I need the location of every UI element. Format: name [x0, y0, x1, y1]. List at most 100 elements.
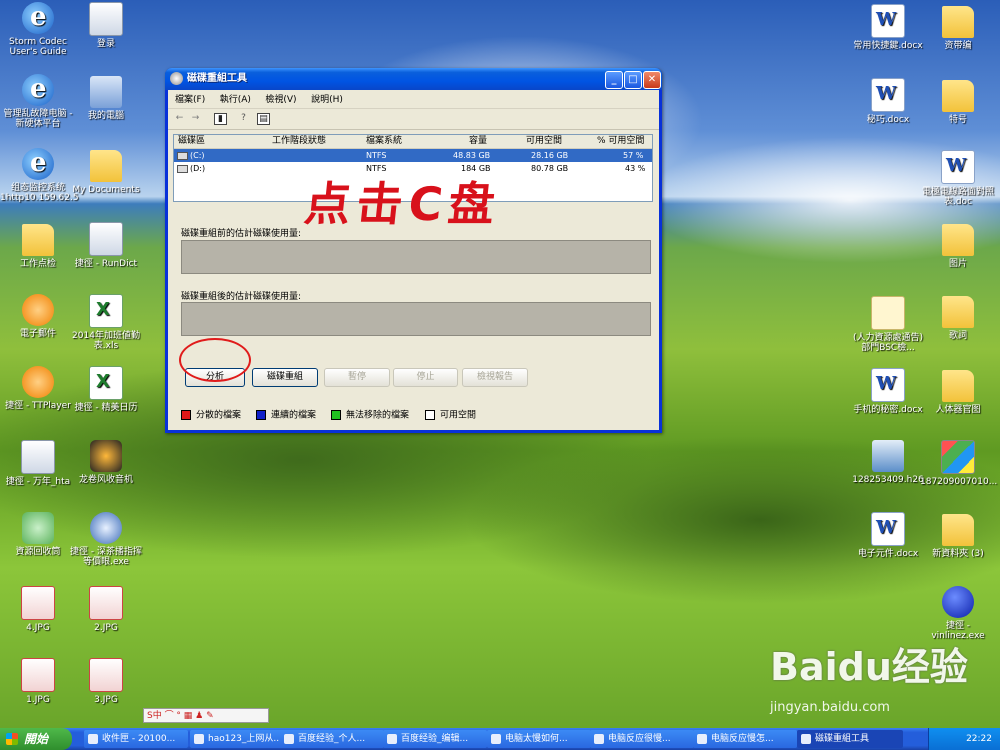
- desktop-icon[interactable]: 捷徑 - 精美日历: [68, 366, 144, 413]
- desktop-icon[interactable]: 128253409.h26: [850, 440, 926, 485]
- desktop-icon[interactable]: 手机的秘密.docx: [850, 368, 926, 415]
- minimize-button[interactable]: _: [605, 71, 623, 89]
- jpg-icon: [89, 658, 123, 692]
- desktop-icon[interactable]: 4.JPG: [0, 586, 76, 633]
- view-report-button[interactable]: 檢視報告: [462, 368, 528, 387]
- desktop-icon[interactable]: 電子郵件: [0, 294, 76, 339]
- back-icon[interactable]: ←: [174, 113, 185, 123]
- desktop-icon[interactable]: 電極電線路面對照表.doc: [920, 150, 996, 207]
- desktop-icon[interactable]: 捷徑 - 万年_hta: [0, 440, 76, 487]
- defrag-window: 磁碟重組工具 _ □ ✕ 檔案(F) 執行(A) 檢視(V) 說明(H) ← →…: [165, 68, 662, 433]
- before-usage-label: 磁碟重組前的估計磁碟使用量:: [181, 229, 302, 239]
- menu-help[interactable]: 說明(H): [311, 95, 343, 105]
- desktop-icon[interactable]: 3.JPG: [68, 658, 144, 705]
- drive-icon: [177, 151, 188, 160]
- desktop-icon[interactable]: 捷徑 - RunDict: [68, 222, 144, 269]
- close-button[interactable]: ✕: [643, 71, 661, 89]
- console-icon[interactable]: ▮: [214, 113, 227, 125]
- desktop-icon[interactable]: 捷徑 - TTPlayer: [0, 366, 76, 411]
- menu-view[interactable]: 檢視(V): [265, 95, 296, 105]
- folder-icon: [942, 224, 974, 256]
- desktop-icon[interactable]: 龙卷风收音机: [68, 440, 144, 485]
- taskbar-item-active[interactable]: 磁碟重組工具: [797, 730, 903, 748]
- taskbar-item[interactable]: 收件匣 - 20100...: [84, 730, 188, 748]
- desktop-icon[interactable]: 常用快捷鍵.docx: [850, 4, 926, 51]
- desktop-icon[interactable]: My Documents: [68, 150, 144, 195]
- desktop-icon[interactable]: 人体器官图: [920, 370, 996, 415]
- window-titlebar[interactable]: 磁碟重組工具 _ □ ✕: [165, 68, 662, 90]
- folder-icon: [22, 224, 54, 256]
- taskbar-item[interactable]: hao123_上网从...: [190, 730, 294, 748]
- column-capacity[interactable]: 容量: [469, 135, 487, 148]
- help-icon[interactable]: ?: [238, 113, 249, 123]
- ie-icon: [22, 148, 54, 180]
- column-status[interactable]: 工作階段狀態: [272, 135, 326, 148]
- taskbar-item[interactable]: 百度经验_个人...: [280, 730, 384, 748]
- clock[interactable]: 22:22: [966, 734, 992, 744]
- desktop-icon[interactable]: 捷徑 - vinlinez.exe: [920, 586, 996, 641]
- volume-row[interactable]: (C:) NTFS 48.83 GB 28.16 GB 57 %: [174, 149, 652, 162]
- flash-icon: [90, 512, 122, 544]
- column-volume[interactable]: 磁碟區: [178, 135, 205, 148]
- taskbar-item[interactable]: 电脑反应很慢...: [590, 730, 694, 748]
- desktop-icon[interactable]: 資源回收筒: [0, 512, 76, 557]
- taskbar: 開始 收件匣 - 20100... hao123_上网从... 百度经验_个人.…: [0, 728, 1000, 750]
- outlook-icon: [22, 294, 54, 326]
- video-icon: [872, 440, 904, 472]
- pause-button[interactable]: 暫停: [324, 368, 390, 387]
- toolbar: ← → ▮ ? ▤: [168, 109, 659, 130]
- column-free[interactable]: 可用空間: [526, 135, 562, 148]
- desktop-icon[interactable]: 歌詞: [920, 296, 996, 341]
- start-button[interactable]: 開始: [0, 728, 72, 750]
- legend-swatch: [331, 410, 341, 420]
- shortcut-icon: [21, 440, 55, 474]
- legend-swatch: [425, 410, 435, 420]
- excel-icon: [89, 294, 123, 328]
- column-free-pct[interactable]: % 可用空間: [597, 135, 644, 148]
- desktop-icon[interactable]: 特号: [920, 80, 996, 125]
- desktop-icon[interactable]: 工作点检: [0, 224, 76, 269]
- taskbar-item[interactable]: 电脑太慢如何...: [487, 730, 591, 748]
- taskbar-item[interactable]: 电脑反应慢怎...: [693, 730, 797, 748]
- properties-icon[interactable]: ▤: [257, 113, 270, 125]
- folder-icon: [942, 80, 974, 112]
- baidu-watermark: Baidu经验: [770, 645, 968, 689]
- desktop-icon[interactable]: Storm Codec User's Guide: [0, 2, 76, 57]
- desktop-icon[interactable]: 登录: [68, 2, 144, 49]
- desktop-icon[interactable]: 捷徑 - 深茶播指挥等價眼.exe: [68, 512, 144, 567]
- desktop-icon[interactable]: 组态监控系统 1http10.159.62.5: [0, 148, 79, 203]
- word-icon: [871, 368, 905, 402]
- stop-button[interactable]: 停止: [393, 368, 458, 387]
- desktop-icon[interactable]: 新資料夾 (3): [920, 514, 996, 559]
- word-icon: [871, 78, 905, 112]
- jpg-icon: [21, 586, 55, 620]
- taskbar-item[interactable]: 百度经验_编辑...: [383, 730, 487, 748]
- ttplayer-icon: [22, 366, 54, 398]
- word-icon: [871, 4, 905, 38]
- word-icon: [871, 512, 905, 546]
- jpg-icon: [21, 658, 55, 692]
- ime-toolbar[interactable]: S中 ⌒ ° ▦ ♟ ✎: [143, 708, 269, 723]
- desktop-icon[interactable]: 1.JPG: [0, 658, 76, 705]
- desktop-icon[interactable]: 187209007010...: [920, 440, 997, 487]
- column-filesystem[interactable]: 檔案系統: [366, 135, 402, 148]
- desktop-icon[interactable]: 我的電腦: [68, 76, 144, 121]
- desktop-icon[interactable]: 电子元件.docx: [850, 512, 926, 559]
- window-title: 磁碟重組工具: [187, 73, 247, 84]
- defrag-button[interactable]: 磁碟重組: [252, 368, 318, 387]
- desktop-icon[interactable]: 管理乱故障电脑 - 新硬体平台: [0, 74, 76, 129]
- maximize-button[interactable]: □: [624, 71, 642, 89]
- desktop-icon[interactable]: 资带编: [920, 6, 996, 51]
- menu-action[interactable]: 執行(A): [220, 95, 251, 105]
- computer-icon: [90, 76, 122, 108]
- menu-file[interactable]: 檔案(F): [175, 95, 205, 105]
- before-usage-bar: [181, 240, 651, 274]
- forward-icon[interactable]: →: [190, 113, 201, 123]
- login-icon: [89, 2, 123, 36]
- jpg-icon: [89, 586, 123, 620]
- desktop-icon[interactable]: 图片: [920, 224, 996, 269]
- desktop-icon[interactable]: 秘巧.docx: [850, 78, 926, 125]
- desktop-icon[interactable]: (人力資源處通告)部門BSC檢...: [850, 296, 926, 353]
- desktop-icon[interactable]: 2.JPG: [68, 586, 144, 633]
- desktop-icon[interactable]: 2014年加班値勤表.xls: [68, 294, 144, 351]
